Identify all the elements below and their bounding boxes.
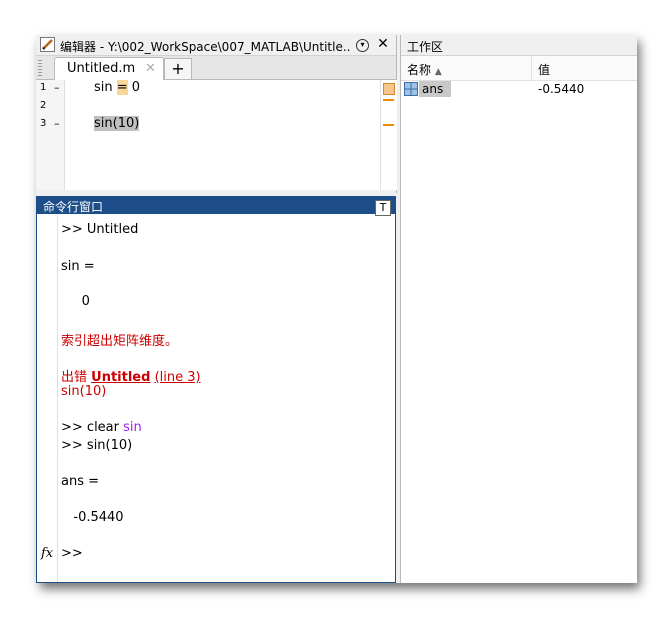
editor-titlebar: 编辑器 - Y:\002_WorkSpace\007_MATLAB\Untitl… <box>36 35 396 56</box>
sort-ascending-icon: ▲ <box>434 67 442 77</box>
command-line: 0 <box>61 294 90 309</box>
breakpoint-marker[interactable]: – <box>54 117 60 130</box>
line-number: 2 <box>40 100 47 111</box>
chevron-down-icon[interactable]: ▾ <box>356 39 369 52</box>
command-window-header: 命令行窗口 T <box>37 197 395 216</box>
command-line: ans = <box>61 474 100 489</box>
command-line: >> clear sin <box>61 420 142 435</box>
command-window-title: 命令行窗口 <box>43 200 104 214</box>
variable-name: ans <box>419 81 451 97</box>
variable-value: -0.5440 <box>538 82 585 96</box>
command-line: -0.5440 <box>61 510 124 525</box>
command-window-margin <box>37 214 58 582</box>
warning-mark[interactable] <box>383 124 394 126</box>
column-header-name[interactable]: 名称 ▲ <box>407 61 442 78</box>
error-code: sin(10) <box>61 384 107 399</box>
workspace-title: 工作区 <box>407 40 444 54</box>
command-text: >> clear <box>61 420 124 435</box>
matlab-window: 编辑器 - Y:\002_WorkSpace\007_MATLAB\Untitl… <box>36 35 637 583</box>
tab-label: Untitled.m <box>67 61 136 76</box>
workspace-table-header: 名称 ▲ 值 <box>401 56 637 81</box>
breakpoint-marker[interactable]: – <box>54 81 60 94</box>
line-number: 1 <box>40 82 47 93</box>
workspace-titlebar: 工作区 <box>401 35 637 56</box>
error-message: 索引超出矩阵维度。 <box>61 334 179 349</box>
line-number: 3 <box>40 118 47 129</box>
code-token: 0 <box>127 80 141 95</box>
workspace-panel: 工作区 名称 ▲ 值 ans -0.5440 <box>400 35 637 583</box>
editor-title: 编辑器 - Y:\002_WorkSpace\007_MATLAB\Untitl… <box>60 40 350 54</box>
command-prompt[interactable]: >> <box>61 546 87 561</box>
pencil-icon <box>40 37 55 52</box>
command-window[interactable]: 命令行窗口 T >> Untitled sin = 0 索引超出矩阵维度。 出错… <box>36 196 396 583</box>
command-line: >> Untitled <box>61 222 139 237</box>
code-line-3: sin(10) <box>94 116 140 131</box>
column-divider[interactable] <box>531 56 532 80</box>
error-prefix: 出错 <box>61 370 92 385</box>
code-line-1: sin = 0 <box>94 80 140 95</box>
line-number-gutter: 1 – 2 3 – <box>36 80 65 190</box>
close-icon[interactable]: ✕ <box>376 37 390 51</box>
column-name-label: 名称 <box>407 63 432 77</box>
variable-grid-icon <box>404 82 418 96</box>
add-tab-button[interactable]: + <box>164 58 192 79</box>
tab-close-icon[interactable]: ✕ <box>145 61 156 76</box>
warning-indicator-icon[interactable] <box>383 83 395 95</box>
grip-icon[interactable] <box>38 60 42 76</box>
error-location: 出错 Untitled (line 3) <box>61 366 201 385</box>
fx-icon[interactable]: fx <box>41 546 53 561</box>
tab-untitled-m[interactable]: Untitled.m ✕ <box>54 57 164 80</box>
undock-icon[interactable]: T <box>375 200 391 216</box>
warning-mark[interactable] <box>383 99 394 101</box>
code-analyzer-bar <box>380 80 397 190</box>
code-editor[interactable]: 1 – 2 3 – sin = 0 sin(10) <box>36 80 380 190</box>
editor-panel: 编辑器 - Y:\002_WorkSpace\007_MATLAB\Untitl… <box>36 35 397 193</box>
table-row[interactable]: ans -0.5440 <box>401 81 637 99</box>
error-line-link[interactable]: (line 3) <box>155 370 201 385</box>
error-file-link[interactable]: Untitled <box>91 370 150 385</box>
code-token-highlight: = <box>116 80 128 95</box>
editor-tabbar: Untitled.m ✕ + <box>36 56 396 80</box>
column-header-value[interactable]: 值 <box>538 61 550 78</box>
command-line: >> sin(10) <box>61 438 133 453</box>
command-line: sin = <box>61 259 95 274</box>
code-token: sin <box>94 80 117 95</box>
command-arg: sin <box>123 420 142 435</box>
